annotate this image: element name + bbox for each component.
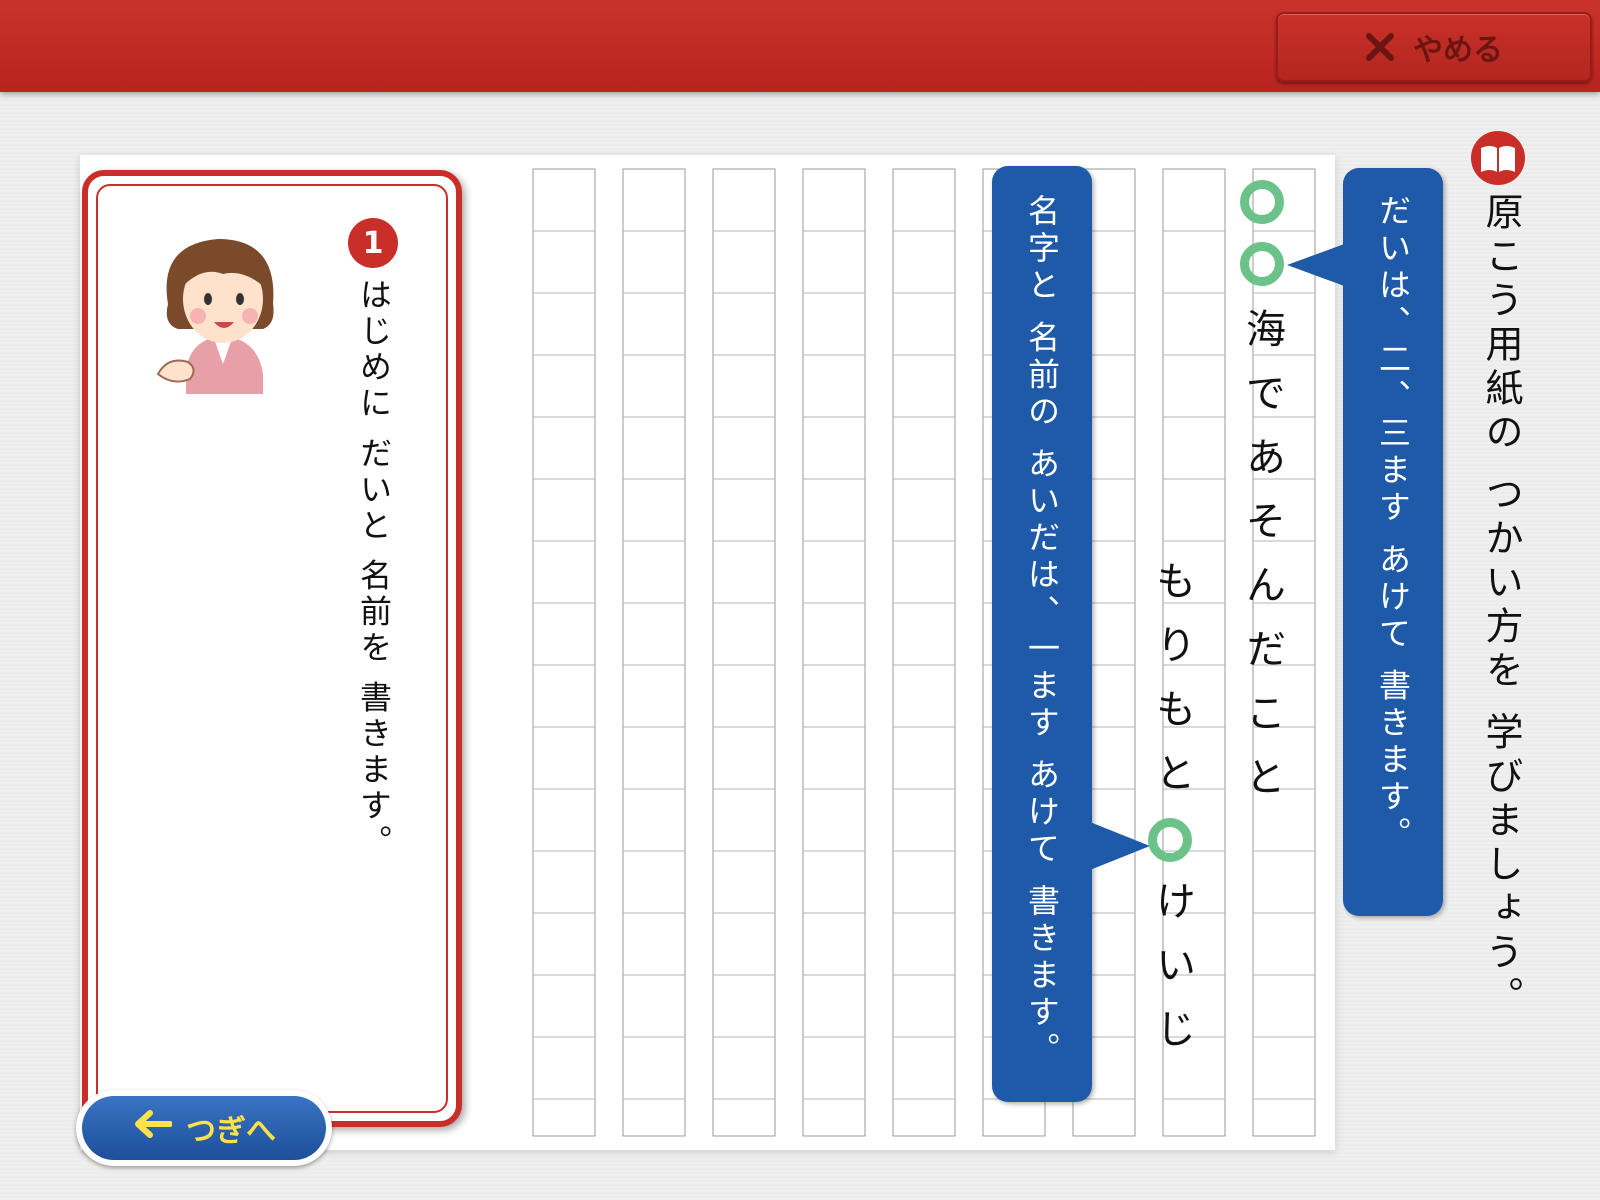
page-title: 原こう用紙の つかい方を 学びましょう。 bbox=[1479, 192, 1523, 1021]
hint-bubble-title-text: だいは、二、三ます あけて 書きます。 bbox=[1374, 194, 1412, 854]
grid-column bbox=[712, 168, 776, 1137]
hint-bubble-title-tail bbox=[1287, 243, 1347, 287]
hint-bubble-name-tail bbox=[1090, 822, 1150, 870]
manuscript-surname: もりもと bbox=[1149, 560, 1195, 816]
grid-column bbox=[532, 168, 596, 1137]
grid-column bbox=[802, 168, 866, 1137]
next-button-face: つぎへ bbox=[82, 1096, 326, 1160]
tip-card: 1 はじめに だいと 名前を 書きます。 bbox=[82, 170, 462, 1127]
top-bar: やめる bbox=[0, 0, 1600, 92]
tip-text: はじめに だいと 名前を 書きます。 bbox=[355, 278, 393, 861]
quit-button[interactable]: やめる bbox=[1276, 12, 1592, 82]
close-x-icon bbox=[1365, 32, 1395, 62]
blank-cell-marker bbox=[1240, 180, 1284, 224]
grid-column bbox=[892, 168, 956, 1137]
blank-cell-marker bbox=[1148, 818, 1192, 862]
grid-column bbox=[622, 168, 686, 1137]
arrow-left-icon bbox=[132, 1109, 173, 1147]
teacher-avatar bbox=[148, 224, 298, 394]
next-label: つぎへ bbox=[186, 1114, 276, 1149]
hint-bubble-name-text: 名字と 名前の あいだは、一ます あけて 書きます。 bbox=[1023, 194, 1061, 1069]
quit-label: やめる bbox=[1413, 33, 1503, 68]
blank-cell-marker bbox=[1240, 242, 1284, 286]
step-number-badge: 1 bbox=[348, 218, 398, 268]
manuscript-given-name: けいじ bbox=[1149, 880, 1195, 1072]
manuscript-title-column: 海であそんだこと bbox=[1239, 308, 1285, 820]
next-button[interactable]: つぎへ bbox=[76, 1090, 332, 1166]
hint-bubble-name: 名字と 名前の あいだは、一ます あけて 書きます。 bbox=[992, 166, 1092, 1102]
book-icon bbox=[1470, 130, 1526, 186]
hint-bubble-title: だいは、二、三ます あけて 書きます。 bbox=[1343, 168, 1443, 916]
